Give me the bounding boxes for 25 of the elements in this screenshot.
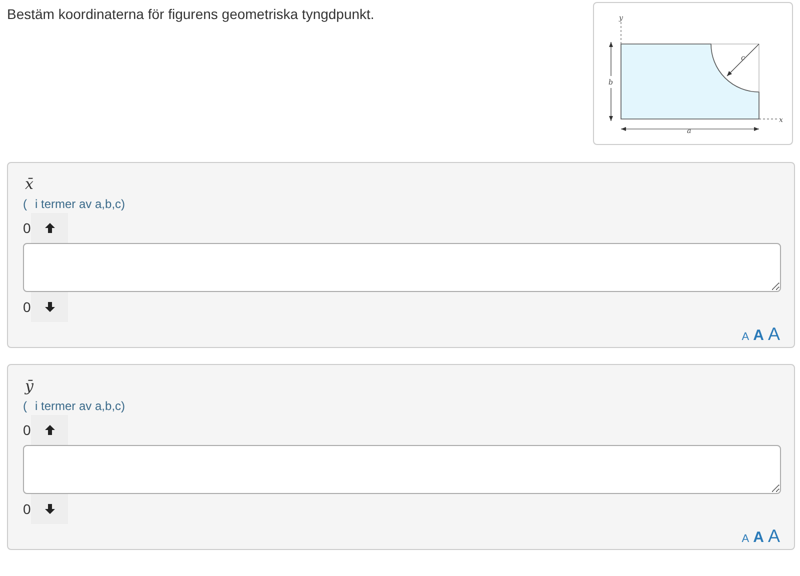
arrow-down-icon bbox=[44, 301, 56, 313]
up-button[interactable] bbox=[31, 213, 68, 243]
count-text: 0 bbox=[23, 501, 31, 517]
font-size-button[interactable]: A bbox=[768, 526, 780, 547]
font-size-button[interactable]: A bbox=[768, 324, 780, 345]
arrow-up-icon bbox=[44, 424, 56, 436]
variable-label: ȳ bbox=[24, 377, 34, 397]
down-button[interactable] bbox=[31, 494, 68, 524]
font-size-button[interactable]: A bbox=[753, 327, 764, 344]
font-size-button[interactable]: A bbox=[742, 533, 750, 545]
down-button[interactable] bbox=[31, 292, 68, 322]
font-size-button[interactable]: A bbox=[753, 529, 764, 546]
variable-label: x̄ bbox=[24, 175, 34, 195]
font-size-button[interactable]: A bbox=[742, 331, 750, 343]
question-text: Bestäm koordinaterna för figurens geometriska tyngdpunkt. bbox=[7, 5, 374, 24]
arrow-down-icon bbox=[44, 503, 56, 515]
hint-bracket: ( bbox=[23, 197, 27, 213]
up-button[interactable] bbox=[31, 415, 68, 445]
arrow-up-icon bbox=[44, 222, 56, 234]
count-text: 0 bbox=[23, 299, 31, 315]
count-text: 0 bbox=[23, 220, 31, 236]
hint-text: i termer av a,b,c) bbox=[35, 399, 126, 415]
count-text: 0 bbox=[23, 422, 31, 438]
hint-text: i termer av a,b,c) bbox=[35, 197, 126, 213]
hint-bracket: ( bbox=[23, 399, 27, 415]
